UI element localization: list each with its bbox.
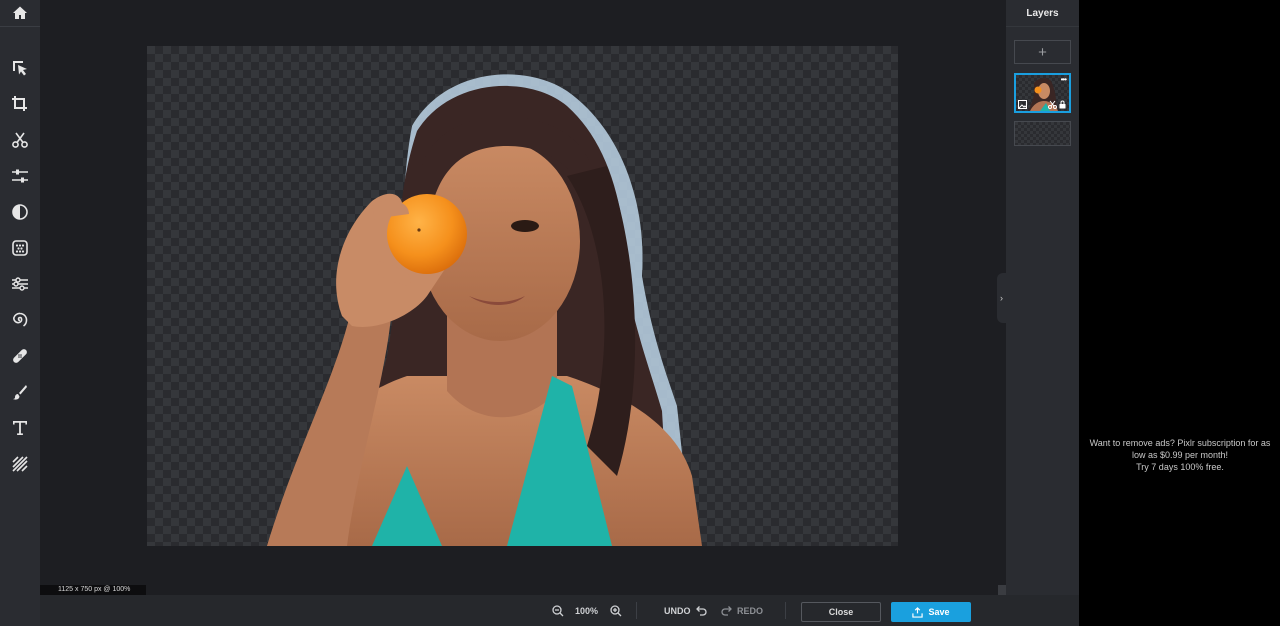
home-icon [13,6,27,19]
zoom-in-icon [610,604,622,616]
undo-icon [695,605,707,616]
save-icon [912,606,924,618]
ad-text[interactable]: Want to remove ads? Pixlr subscription f… [1085,437,1275,473]
save-button[interactable]: Save [891,602,971,622]
zoom-out-icon [552,604,564,616]
select-arrow-icon [13,61,27,76]
draw-tool-button[interactable] [0,374,40,410]
bottom-bar: 100% UNDO REDO Close Save [40,595,1079,626]
zoom-out-button[interactable] [552,595,564,626]
hatch-icon [12,456,28,472]
image-layer-icon [1018,100,1027,109]
scissors-icon [12,132,28,148]
adjust-tool-button[interactable] [0,158,40,194]
layer-thumbnail-empty[interactable] [1014,121,1071,146]
cutout-layer-icon [1048,100,1057,109]
save-label: Save [928,607,950,617]
divider [785,602,786,619]
arrange-tool-button[interactable] [0,50,40,86]
redo-label: REDO [737,605,764,616]
lock-icon[interactable] [1058,100,1067,109]
home-button[interactable] [0,0,40,27]
panel-collapse-handle[interactable]: › [997,273,1006,323]
pattern-tool-button[interactable] [0,446,40,482]
scrollbar-end[interactable] [998,585,1006,595]
left-toolbar [0,0,40,626]
cutout-tool-button[interactable] [0,122,40,158]
ad-line-1: Want to remove ads? Pixlr subscription f… [1089,438,1271,460]
redo-button[interactable]: REDO [721,595,763,626]
image-canvas[interactable] [147,46,898,546]
crop-icon [12,96,27,111]
ad-line-2: Try 7 days 100% free. [1136,462,1224,472]
layers-title: Layers [1006,0,1079,27]
bandage-icon [13,349,27,363]
plus-icon: + [1038,43,1047,61]
contrast-icon [12,204,28,220]
horizontal-scrollbar[interactable] [146,585,1006,595]
crop-tool-button[interactable] [0,86,40,122]
liquify-icon [12,277,28,291]
close-button[interactable]: Close [801,602,881,622]
filter-tool-button[interactable] [0,194,40,230]
effect-tool-button[interactable] [0,230,40,266]
zoom-level: 100% [575,605,599,616]
layer-thumbnail-selected[interactable]: ••• [1014,73,1071,113]
divider [636,602,637,619]
chevron-right-icon: › [1000,293,1003,303]
cutout-photo [267,74,702,546]
redo-icon [721,605,732,616]
ad-panel: Want to remove ads? Pixlr subscription f… [1079,0,1280,626]
dots-grid-icon [12,240,28,256]
swirl-tool-button[interactable] [0,302,40,338]
sliders-icon [12,169,28,183]
workspace: 1125 x 750 px @ 100% [40,0,1006,595]
retouch-tool-button[interactable] [0,338,40,374]
swirl-icon [13,312,28,327]
text-tool-button[interactable] [0,410,40,446]
liquify-tool-button[interactable] [0,266,40,302]
brush-icon [13,385,27,400]
undo-label: UNDO [664,605,691,616]
canvas-dimension-label: 1125 x 750 px @ 100% [40,585,146,595]
zoom-in-button[interactable] [610,595,622,626]
undo-button[interactable]: UNDO [664,595,707,626]
layers-panel: Layers + ••• [1006,0,1079,595]
add-layer-button[interactable]: + [1014,40,1071,64]
layer-more-icon[interactable]: ••• [1061,75,1067,84]
text-icon [13,421,27,435]
